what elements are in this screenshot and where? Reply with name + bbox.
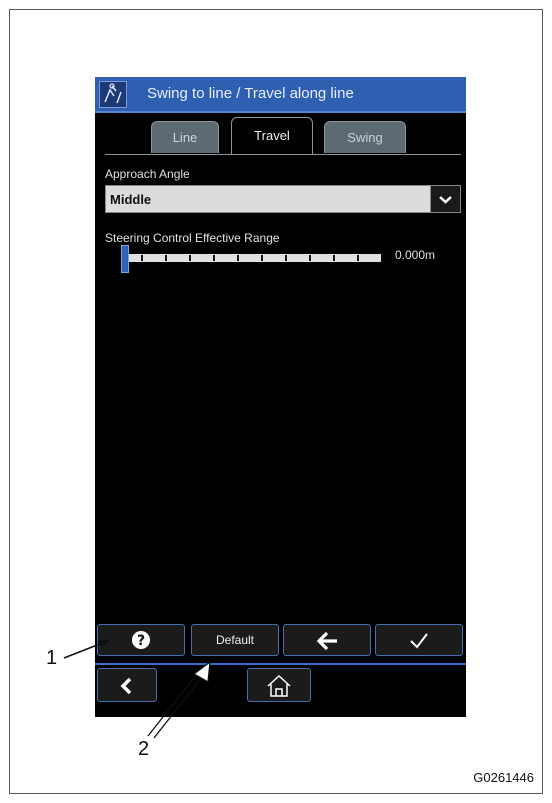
home-button[interactable] xyxy=(247,668,311,702)
slider-tick xyxy=(309,255,311,261)
slider-tick xyxy=(141,255,143,261)
approach-angle-label: Approach Angle xyxy=(105,167,190,181)
approach-angle-value: Middle xyxy=(110,192,152,207)
slider-thumb[interactable] xyxy=(121,245,129,273)
home-icon xyxy=(264,673,294,699)
slider-tick xyxy=(333,255,335,261)
callout-2-arrow xyxy=(147,660,211,739)
checkmark-icon xyxy=(408,631,430,651)
slider-tick xyxy=(237,255,239,261)
slider-tick xyxy=(189,255,191,261)
tab-underline xyxy=(105,154,461,155)
steering-range-value: 0.000m xyxy=(395,248,436,262)
slider-tick xyxy=(261,255,263,261)
tab-bar: Line Travel Swing xyxy=(95,115,466,155)
figure-code: G0261446 xyxy=(473,770,534,785)
tab-line[interactable]: Line xyxy=(151,121,219,153)
default-button[interactable]: Default xyxy=(191,624,279,656)
slider-tick xyxy=(285,255,287,261)
swing-travel-icon xyxy=(99,81,127,108)
tab-swing[interactable]: Swing xyxy=(324,121,406,153)
callout-1-arrow xyxy=(63,639,111,659)
chevron-down-icon[interactable] xyxy=(430,186,460,212)
slider-tick xyxy=(165,255,167,261)
slider-tick xyxy=(213,255,215,261)
action-toolbar: ? Default xyxy=(95,624,466,658)
left-arrow-icon xyxy=(315,631,339,651)
question-icon: ? xyxy=(131,630,151,650)
steering-range-label: Steering Control Effective Range xyxy=(105,231,280,245)
svg-text:?: ? xyxy=(137,633,145,649)
tab-travel[interactable]: Travel xyxy=(231,117,313,155)
window-title: Swing to line / Travel along line xyxy=(147,85,354,102)
approach-angle-select[interactable]: Middle xyxy=(105,185,461,213)
chevron-left-icon xyxy=(118,677,136,695)
slider-tick xyxy=(357,255,359,261)
confirm-button[interactable] xyxy=(375,624,463,656)
slider-track xyxy=(125,254,381,262)
back-button[interactable] xyxy=(283,624,371,656)
title-bar: Swing to line / Travel along line xyxy=(95,77,466,113)
device-screen: Swing to line / Travel along line Line T… xyxy=(95,77,466,717)
steering-range-slider[interactable] xyxy=(121,245,385,273)
callout-1-label: 1 xyxy=(46,647,58,669)
